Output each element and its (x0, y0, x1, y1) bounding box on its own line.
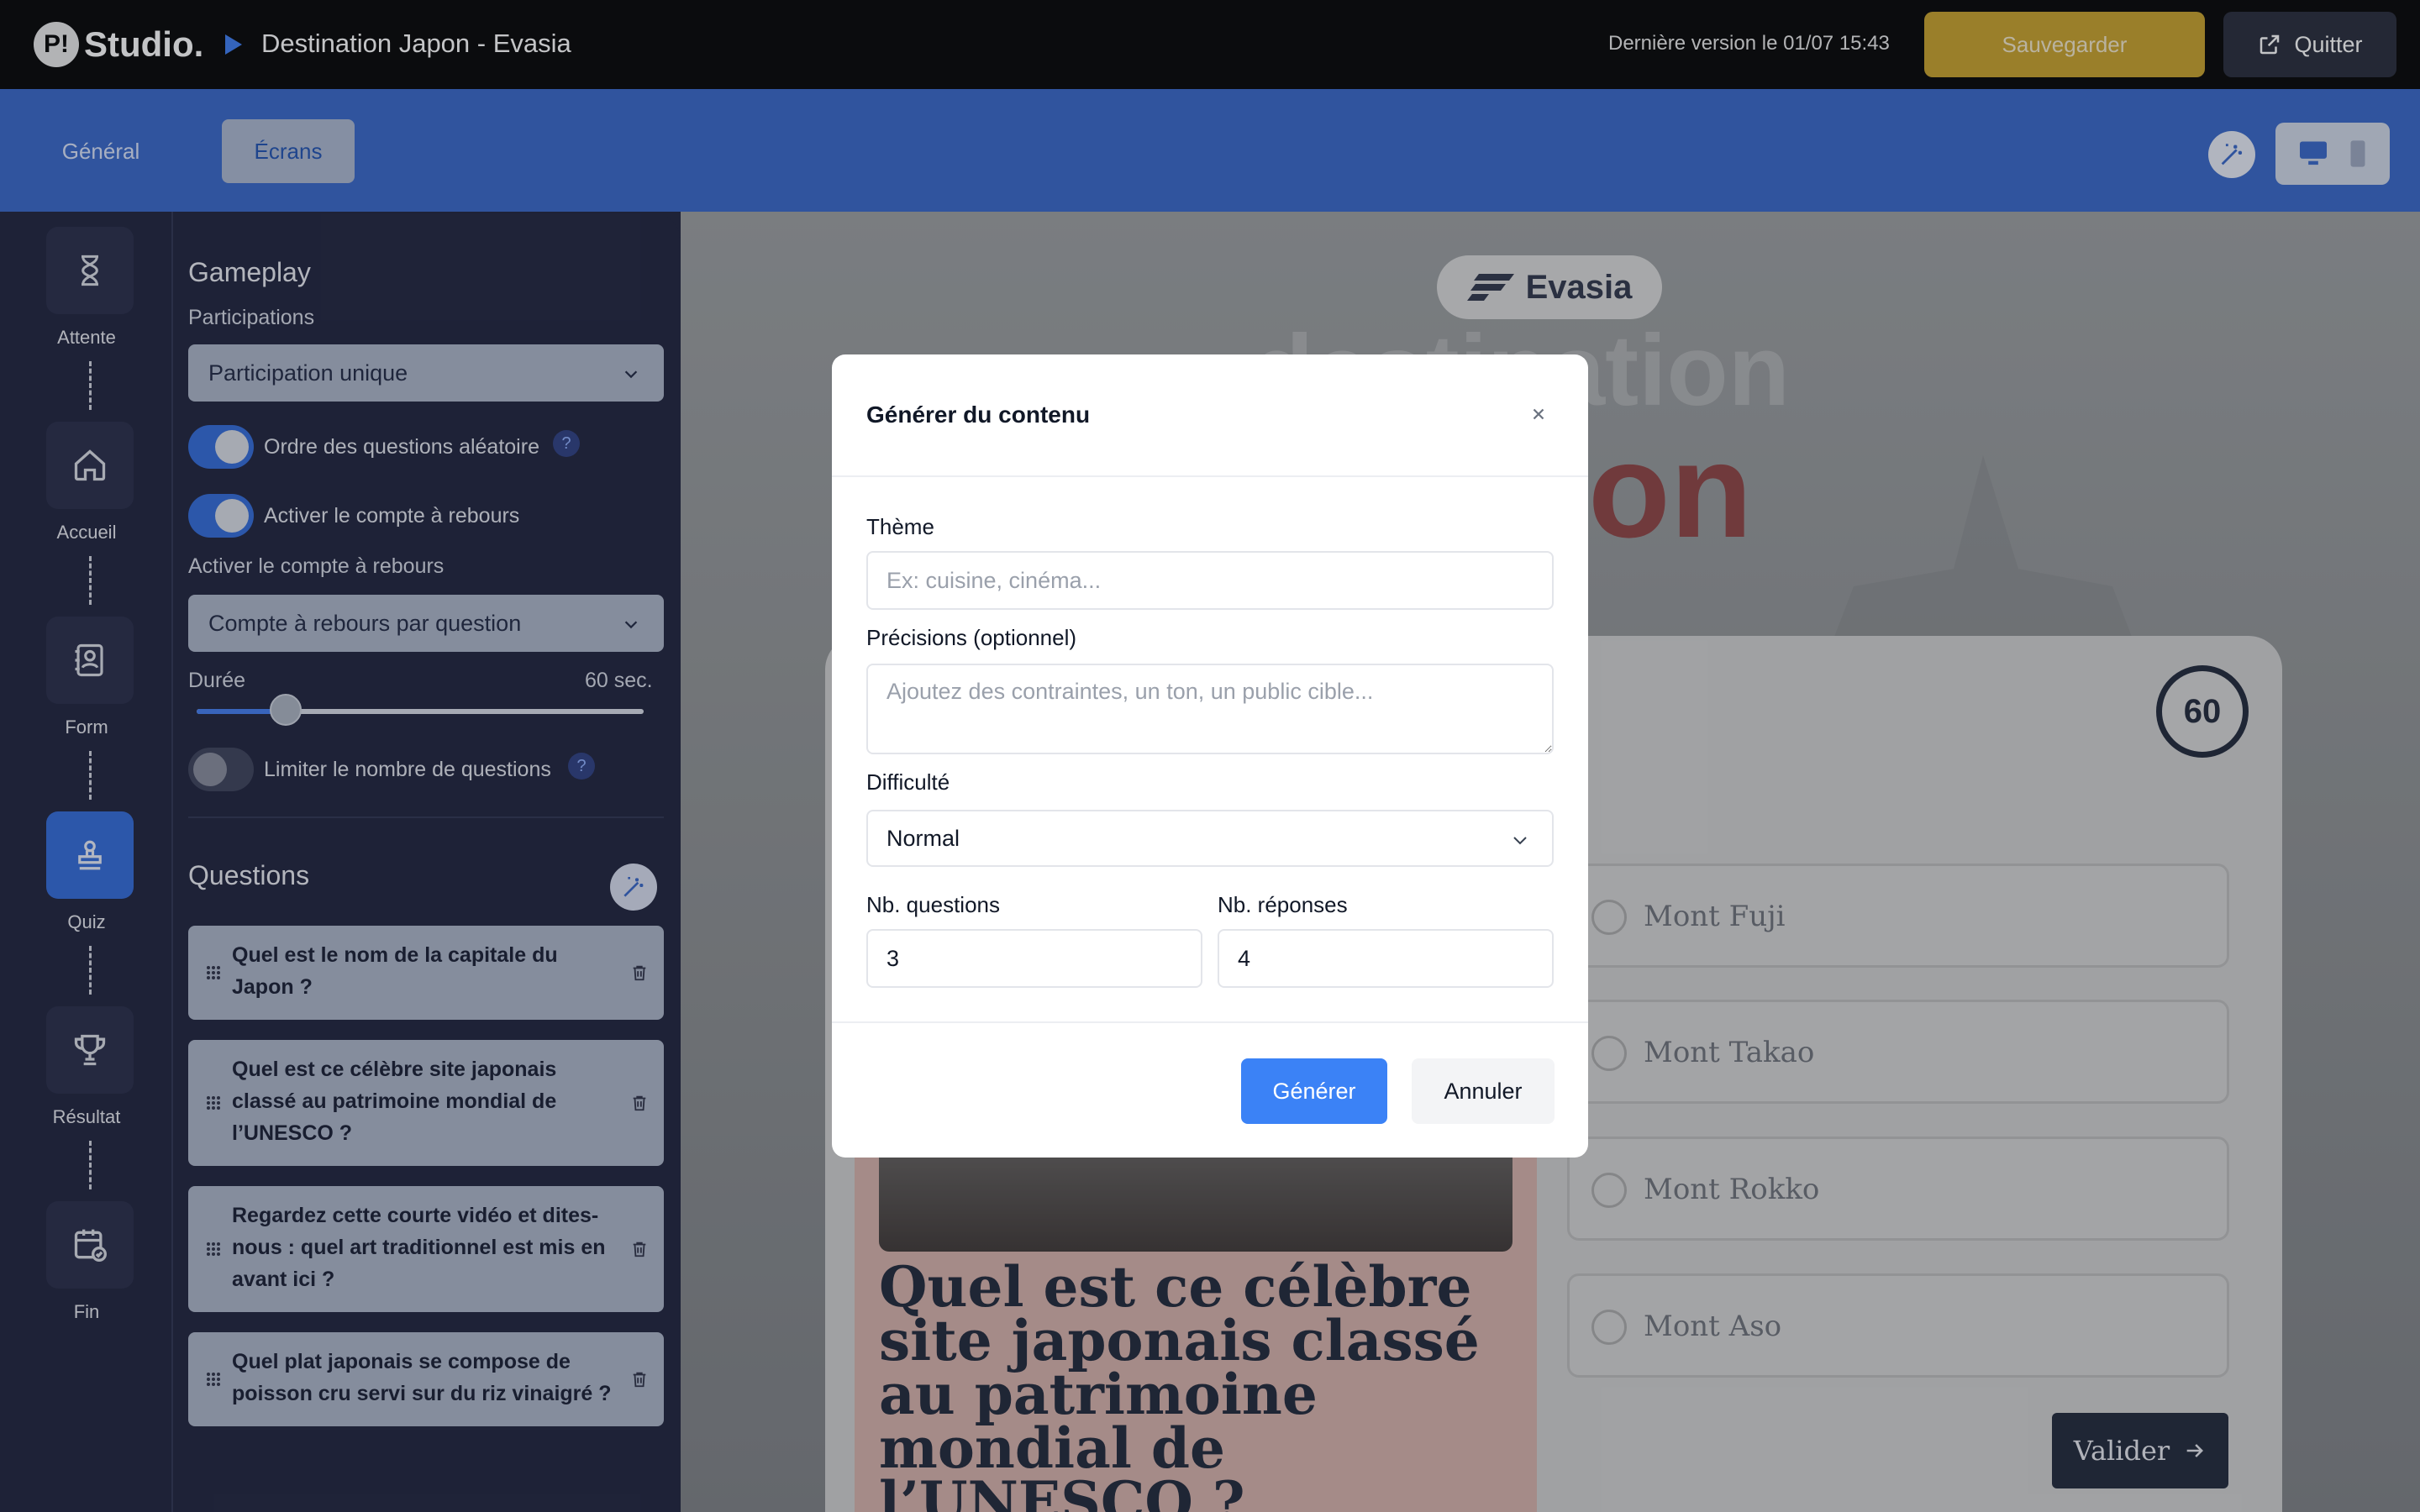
nb-questions-label: Nb. questions (866, 892, 1000, 917)
difficulty-label: Difficulté (866, 769, 950, 795)
close-button[interactable] (1526, 402, 1551, 427)
precisions-textarea[interactable] (866, 664, 1554, 754)
chevron-down-icon (1513, 837, 1527, 845)
theme-label: Thème (866, 514, 934, 539)
difficulty-value: Normal (886, 825, 960, 851)
modal-header: Générer du contenu (832, 354, 1588, 477)
nb-answers-label: Nb. réponses (1218, 892, 1348, 917)
precisions-label: Précisions (optionnel) (866, 625, 1077, 650)
difficulty-select[interactable]: Normal (866, 810, 1554, 867)
theme-input[interactable] (866, 551, 1554, 610)
close-icon (1533, 408, 1544, 420)
nb-answers-input[interactable] (1218, 929, 1554, 988)
generate-button[interactable]: Générer (1241, 1058, 1387, 1124)
nb-questions-input[interactable] (866, 929, 1202, 988)
modal-title: Générer du contenu (866, 402, 1091, 428)
generate-content-modal: Générer du contenu Thème Précisions (opt… (832, 354, 1588, 1158)
modal-footer-divider (832, 1021, 1588, 1023)
cancel-button[interactable]: Annuler (1412, 1058, 1555, 1124)
